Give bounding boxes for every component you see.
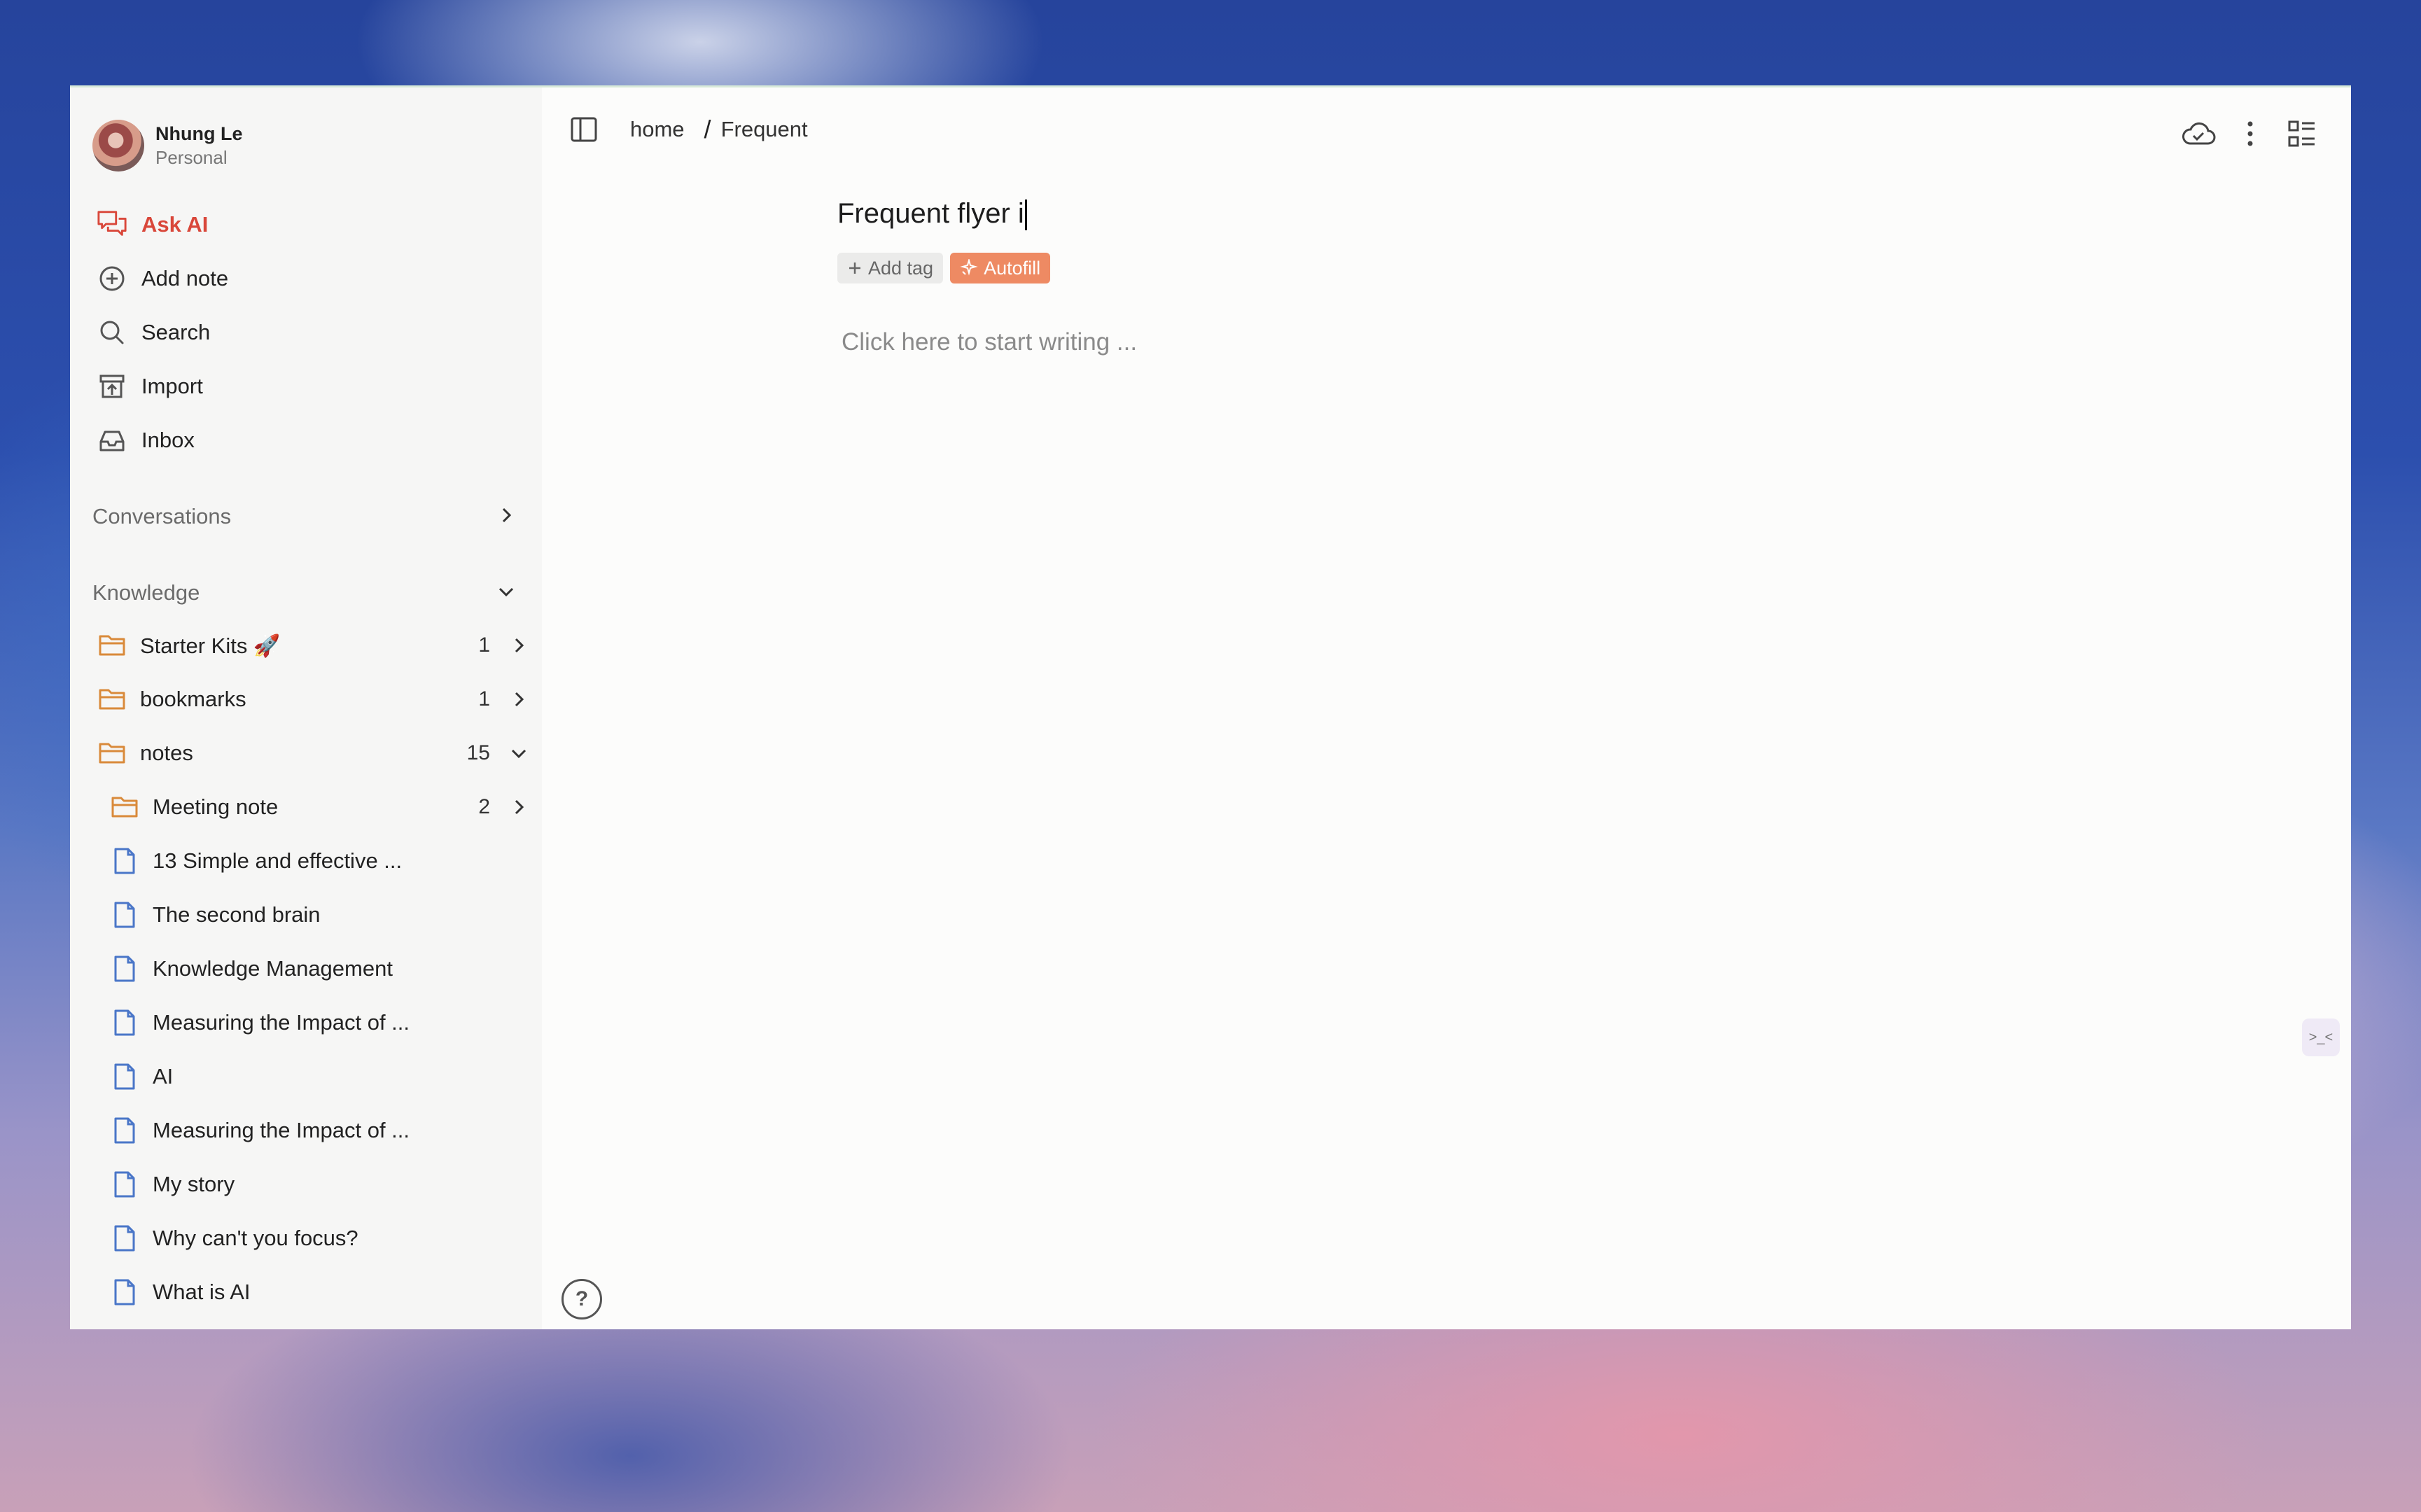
- folder-count: 2: [478, 795, 490, 818]
- folder-open-icon: [97, 738, 127, 769]
- add-note-label: Add note: [141, 266, 229, 290]
- doc-item[interactable]: Measuring the Impact of ...: [109, 1001, 543, 1044]
- folder-count: 1: [478, 687, 490, 710]
- knowledge-section[interactable]: Knowledge: [92, 573, 517, 612]
- document-icon: [109, 899, 140, 930]
- folder-starter-kits[interactable]: Starter Kits 🚀 1: [97, 624, 531, 667]
- import-icon: [97, 371, 127, 402]
- sidebar: Nhung Le Personal Ask AI Add note Search: [70, 88, 542, 1329]
- app-window: Nhung Le Personal Ask AI Add note Search: [70, 85, 2351, 1329]
- main-editor-area: home / Frequent Frequent flyer i Add tag: [542, 88, 2351, 1329]
- doc-item[interactable]: 13 Simple and effective ...: [109, 839, 543, 883]
- plus-icon: [847, 260, 863, 276]
- search-button[interactable]: Search: [97, 312, 210, 354]
- plus-circle-icon: [97, 263, 127, 294]
- folder-label: notes: [140, 741, 193, 765]
- search-icon: [97, 317, 127, 348]
- chevron-right-icon[interactable]: [507, 795, 531, 819]
- doc-item[interactable]: What is AI: [109, 1270, 543, 1314]
- doc-item[interactable]: My story: [109, 1163, 543, 1206]
- chat-bubbles-icon: [97, 209, 127, 240]
- folder-notes[interactable]: notes 15: [97, 732, 531, 775]
- document-icon: [109, 1115, 140, 1146]
- doc-label: My story: [153, 1172, 235, 1196]
- sidebar-toggle-icon[interactable]: [570, 115, 598, 144]
- inbox-button[interactable]: Inbox: [97, 419, 195, 461]
- add-note-button[interactable]: Add note: [97, 258, 228, 300]
- import-button[interactable]: Import: [97, 365, 203, 407]
- conversations-label: Conversations: [92, 504, 232, 528]
- import-label: Import: [141, 374, 203, 398]
- note-title-text: Frequent flyer i: [837, 198, 1024, 229]
- folder-icon: [97, 684, 127, 715]
- breadcrumb-current[interactable]: Frequent: [721, 117, 808, 142]
- breadcrumb-home[interactable]: home: [630, 117, 685, 142]
- folder-icon: [97, 630, 127, 661]
- document-icon: [109, 1169, 140, 1200]
- ask-ai-button[interactable]: Ask AI: [97, 204, 208, 246]
- inbox-label: Inbox: [141, 428, 195, 452]
- outline-panel-icon[interactable]: [2282, 114, 2322, 153]
- folder-count: 1: [478, 634, 490, 657]
- add-tag-button[interactable]: Add tag: [837, 253, 944, 284]
- more-vertical-icon[interactable]: [2231, 114, 2270, 153]
- conversations-section[interactable]: Conversations: [92, 497, 517, 536]
- folder-bookmarks[interactable]: bookmarks 1: [97, 678, 531, 721]
- folder-label: bookmarks: [140, 687, 246, 711]
- document-icon: [109, 1007, 140, 1038]
- doc-item[interactable]: Why can't you focus?: [109, 1217, 543, 1260]
- avatar[interactable]: [92, 120, 144, 172]
- doc-item[interactable]: AI: [109, 1055, 543, 1098]
- assistant-widget-icon[interactable]: >_<: [2302, 1018, 2340, 1056]
- chevron-right-icon[interactable]: [507, 687, 531, 711]
- cloud-sync-icon[interactable]: [2179, 114, 2218, 153]
- profile-workspace: Personal: [155, 147, 228, 168]
- doc-label: Measuring the Impact of ...: [153, 1118, 410, 1142]
- autofill-label: Autofill: [984, 257, 1041, 279]
- doc-label: The second brain: [153, 902, 321, 927]
- document-icon: [109, 846, 140, 876]
- folder-icon: [109, 792, 140, 822]
- doc-label: What is AI: [153, 1280, 251, 1304]
- doc-item[interactable]: Knowledge Management: [109, 947, 543, 990]
- autofill-button[interactable]: Autofill: [950, 253, 1051, 284]
- folder-count: 15: [466, 741, 490, 764]
- folder-label: Starter Kits 🚀: [140, 633, 281, 658]
- document-icon: [109, 953, 140, 984]
- ask-ai-label: Ask AI: [141, 212, 209, 237]
- chevron-right-icon[interactable]: [507, 634, 531, 657]
- inbox-icon: [97, 425, 127, 456]
- document-icon: [109, 1277, 140, 1308]
- doc-label: Why can't you focus?: [153, 1226, 358, 1250]
- chevron-down-icon[interactable]: [496, 581, 517, 606]
- add-tag-label: Add tag: [868, 257, 934, 279]
- profile[interactable]: Nhung Le Personal: [92, 120, 242, 172]
- help-icon[interactable]: ?: [561, 1279, 602, 1320]
- profile-name: Nhung Le: [155, 123, 243, 144]
- breadcrumb-separator: /: [704, 115, 711, 144]
- doc-label: 13 Simple and effective ...: [153, 848, 403, 873]
- folder-meeting-note[interactable]: Meeting note 2: [109, 785, 531, 829]
- note-title[interactable]: Frequent flyer i: [837, 198, 1027, 231]
- chevron-right-icon[interactable]: [496, 505, 517, 529]
- doc-label: AI: [153, 1064, 174, 1088]
- doc-label: Knowledge Management: [153, 956, 393, 981]
- document-icon: [109, 1061, 140, 1092]
- folder-label: Meeting note: [153, 794, 279, 819]
- sparkle-icon: [960, 259, 978, 277]
- text-cursor: [1024, 200, 1027, 231]
- document-icon: [109, 1223, 140, 1254]
- doc-item[interactable]: Measuring the Impact of ...: [109, 1109, 543, 1152]
- search-label: Search: [141, 320, 211, 344]
- knowledge-label: Knowledge: [92, 580, 200, 605]
- chevron-down-icon[interactable]: [507, 741, 531, 765]
- doc-label: Measuring the Impact of ...: [153, 1010, 410, 1035]
- editor-body-placeholder[interactable]: Click here to start writing ...: [842, 328, 1137, 356]
- doc-item[interactable]: The second brain: [109, 893, 543, 937]
